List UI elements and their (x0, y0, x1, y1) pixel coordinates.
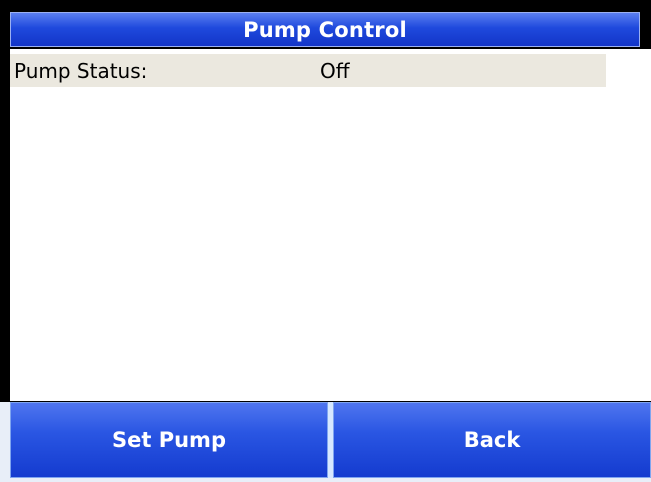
pump-status-value: Off (320, 58, 350, 83)
button-bar: Set Pump Back (0, 402, 651, 482)
back-button[interactable]: Back (333, 402, 651, 478)
content-panel: Pump Status: Off (10, 49, 651, 401)
pump-status-row: Pump Status: Off (10, 54, 606, 87)
set-pump-button-label: Set Pump (112, 428, 226, 452)
back-button-label: Back (463, 428, 521, 452)
page-title: Pump Control (243, 17, 407, 42)
title-bar: Pump Control (10, 12, 640, 47)
set-pump-button[interactable]: Set Pump (10, 402, 328, 478)
pump-control-screen: Pump Control Pump Status: Off Set Pump B… (0, 0, 651, 482)
pump-status-label: Pump Status: (14, 58, 148, 83)
